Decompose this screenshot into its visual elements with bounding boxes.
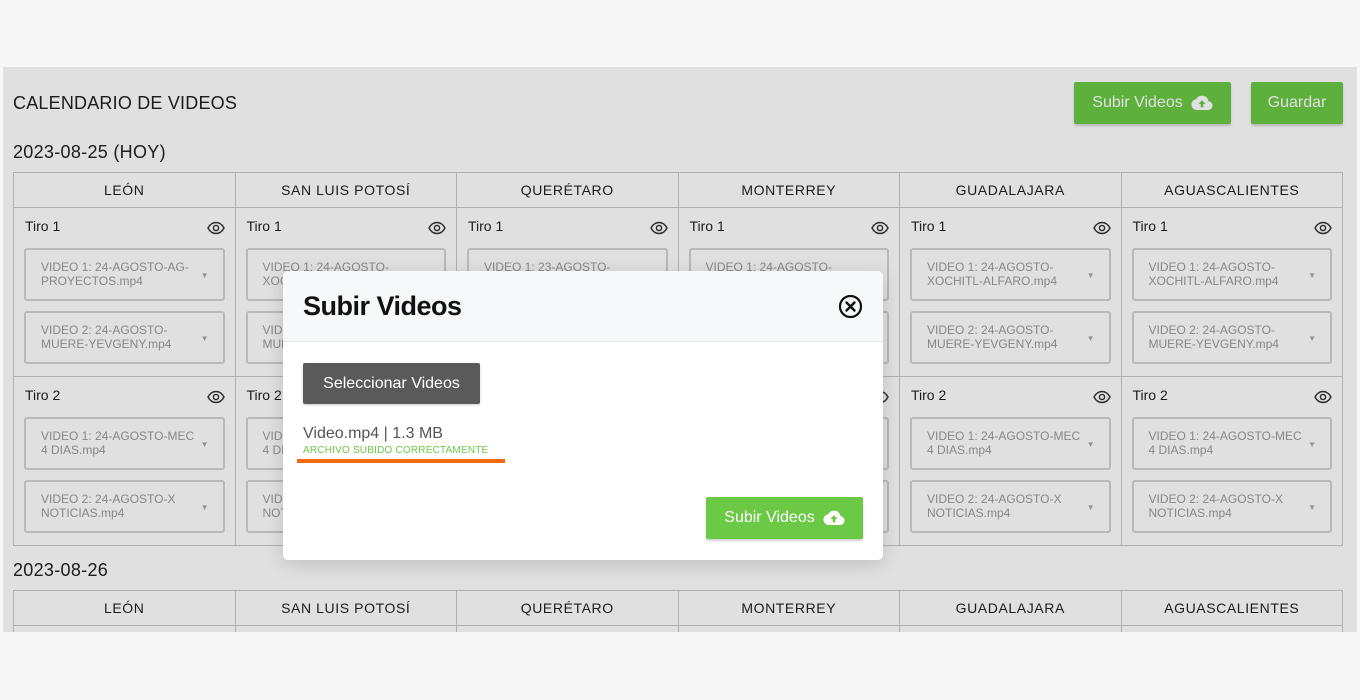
select-videos-button[interactable]: Seleccionar Videos xyxy=(303,363,480,404)
upload-modal: Subir Videos Seleccionar Videos Video.mp… xyxy=(283,271,883,560)
modal-header: Subir Videos xyxy=(283,271,883,342)
modal-upload-label: Subir Videos xyxy=(724,509,815,526)
modal-upload-videos-button[interactable]: Subir Videos xyxy=(706,497,863,539)
uploaded-file-info: Video.mp4 | 1.3 MB xyxy=(303,425,443,442)
upload-status-text: ARCHIVO SUBIDO CORRECTAMENTE xyxy=(303,445,489,456)
close-circle-icon xyxy=(838,294,863,319)
modal-title: Subir Videos xyxy=(303,291,462,321)
close-button[interactable] xyxy=(838,294,863,319)
highlight-underline xyxy=(297,459,505,463)
cloud-upload-icon xyxy=(823,510,845,525)
